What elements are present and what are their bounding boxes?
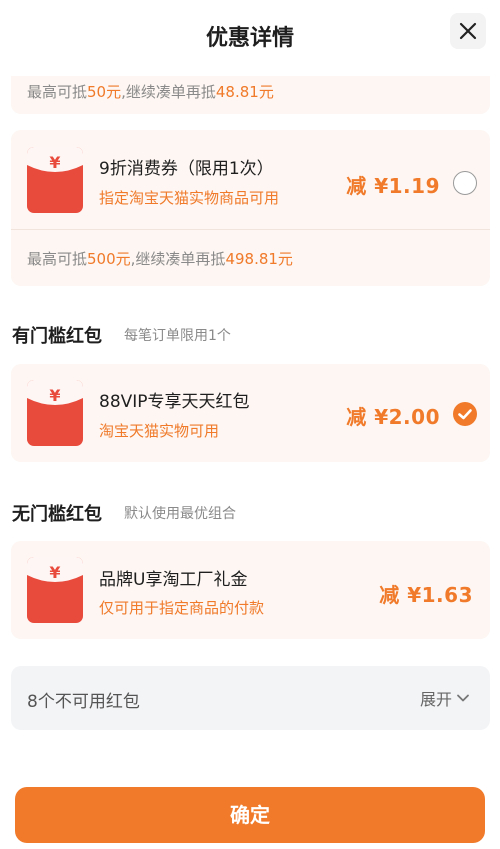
red-packet-amount: 减 ¥1.63: [379, 583, 473, 607]
chevron-down-icon: [457, 694, 469, 702]
red-packet-title: 品牌U享淘工厂礼金: [99, 570, 248, 590]
coupon-cap-text: 最高可抵50元,继续凑单再抵48.81元: [27, 83, 274, 101]
coupon-subtitle: 指定淘宝天猫实物商品可用: [99, 189, 280, 207]
red-packet-card-88vip[interactable]: ¥ 88VIP专享天天红包 淘宝天猫实物可用 减 ¥2.00: [11, 364, 490, 462]
header: 优惠详情: [0, 0, 500, 76]
yuan-icon: ¥: [49, 563, 61, 582]
close-button[interactable]: [450, 13, 486, 49]
yuan-icon: ¥: [49, 386, 61, 405]
red-packet-title: 88VIP专享天天红包: [99, 392, 250, 412]
red-packet-radio-checked[interactable]: [453, 402, 477, 426]
red-packet-card-brand[interactable]: ¥ 品牌U享淘工厂礼金 仅可用于指定商品的付款 减 ¥1.63: [11, 541, 490, 639]
coupon-radio[interactable]: [453, 171, 477, 195]
coupon-footer-text: 最高可抵500元,继续凑单再抵498.81元: [27, 250, 293, 268]
coupon-card-partial: 最高可抵50元,继续凑单再抵48.81元: [11, 76, 490, 114]
card-divider: [11, 229, 490, 230]
unavailable-count-label: 8个不可用红包: [27, 692, 140, 712]
coupon-title: 9折消费券（限用1次）: [99, 159, 274, 179]
check-icon: [458, 409, 472, 420]
confirm-button[interactable]: 确定: [15, 787, 485, 843]
red-packet-icon: ¥: [27, 380, 83, 446]
section-subtitle-threshold: 每笔订单限用1个: [124, 328, 231, 344]
red-packet-icon: ¥: [27, 557, 83, 623]
coupon-card[interactable]: ¥ 9折消费券（限用1次） 指定淘宝天猫实物商品可用 减 ¥1.19 最高可抵5…: [11, 130, 490, 286]
section-title-no-threshold: 无门槛红包: [12, 504, 102, 525]
red-packet-subtitle: 淘宝天猫实物可用: [99, 422, 220, 440]
expand-label: 展开: [419, 690, 452, 709]
red-packet-amount: 减 ¥2.00: [346, 405, 440, 429]
red-packet-icon: ¥: [27, 147, 83, 213]
page-title: 优惠详情: [205, 26, 294, 51]
yuan-icon: ¥: [49, 153, 61, 172]
red-packet-subtitle: 仅可用于指定商品的付款: [99, 599, 265, 617]
coupon-amount: 减 ¥1.19: [346, 174, 440, 198]
expand-button[interactable]: 展开: [420, 686, 470, 710]
section-title-threshold: 有门槛红包: [12, 326, 102, 347]
close-icon: [459, 22, 477, 40]
unavailable-red-packets[interactable]: 8个不可用红包 展开: [11, 666, 490, 730]
section-subtitle-no-threshold: 默认使用最优组合: [124, 506, 236, 522]
